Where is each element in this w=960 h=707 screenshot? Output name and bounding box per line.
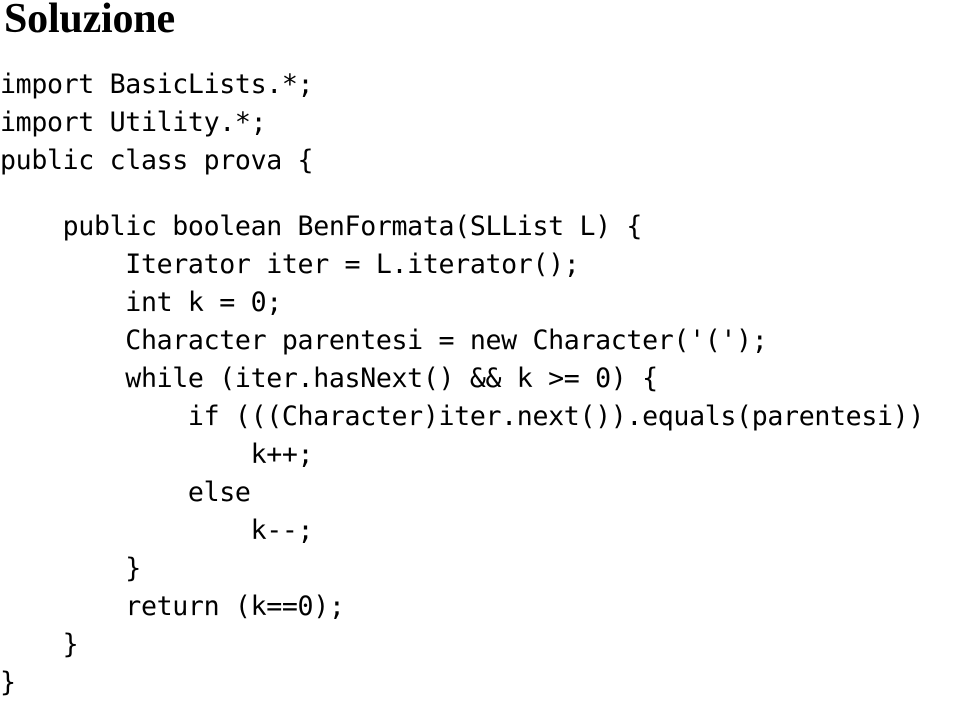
code-line: Iterator iter = L.iterator(); xyxy=(0,249,580,280)
code-line: } xyxy=(0,629,79,660)
code-line: else xyxy=(0,477,251,508)
code-line: k--; xyxy=(0,515,314,546)
page-title: Soluzione xyxy=(4,0,175,42)
code-line: Character parentesi = new Character('(')… xyxy=(0,325,768,356)
code-block: import BasicLists.*; import Utility.*; pub… xyxy=(0,66,960,702)
code-line: public boolean BenFormata(SLList L) { xyxy=(0,211,643,242)
slide-canvas: Soluzione import BasicLists.*; import Uti… xyxy=(0,0,960,707)
code-line: import Utility.*; xyxy=(0,107,267,138)
code-line: int k = 0; xyxy=(0,287,282,318)
code-line: public class prova { xyxy=(0,145,314,176)
code-line: if (((Character)iter.next()).equals(pare… xyxy=(0,401,924,432)
code-line: k++; xyxy=(0,439,314,470)
code-line: return (k==0); xyxy=(0,591,345,622)
code-line: } xyxy=(0,667,16,698)
code-line: import BasicLists.*; xyxy=(0,69,314,100)
code-line: while (iter.hasNext() && k >= 0) { xyxy=(0,363,658,394)
code-line: } xyxy=(0,553,141,584)
